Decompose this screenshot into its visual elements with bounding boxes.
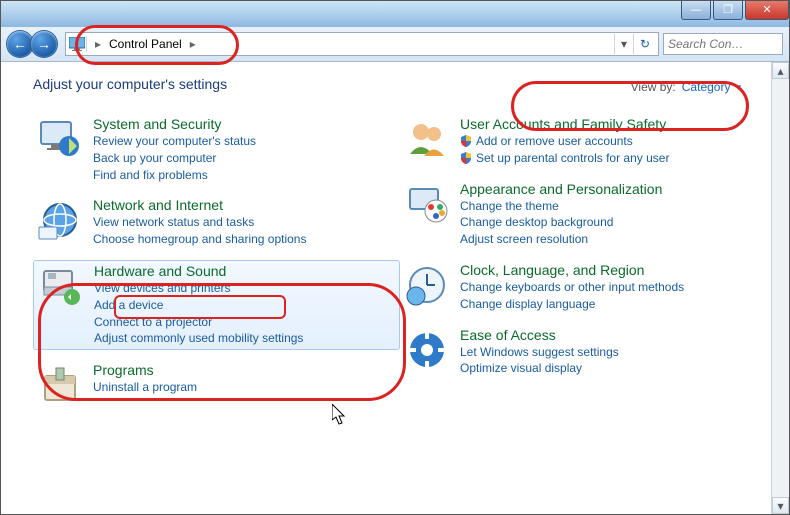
scroll-down-button[interactable]: ▾ <box>772 497 789 514</box>
refresh-icon: ↻ <box>640 37 650 51</box>
category-title[interactable]: Clock, Language, and Region <box>460 262 763 278</box>
maximize-button[interactable]: ❐ <box>713 1 743 20</box>
category-title[interactable]: Hardware and Sound <box>94 263 395 279</box>
category-title[interactable]: Ease of Access <box>460 327 763 343</box>
titlebar: — ❐ ✕ <box>1 1 789 27</box>
category-system[interactable]: System and SecurityReview your computer'… <box>33 114 400 185</box>
category-link[interactable]: Add or remove user accounts <box>460 133 763 150</box>
chevron-down-icon: ▾ <box>736 82 741 93</box>
category-link[interactable]: Optimize visual display <box>460 360 763 377</box>
forward-arrow-icon: → <box>37 37 51 51</box>
category-title[interactable]: User Accounts and Family Safety <box>460 116 763 132</box>
close-button[interactable]: ✕ <box>745 1 789 20</box>
control-panel-window: — ❐ ✕ ← → ▸ Control Panel ▸ ▾ ↻ ▴ ▾ Adju… <box>0 0 790 515</box>
minimize-button[interactable]: — <box>681 1 711 20</box>
search-input[interactable] <box>663 33 783 55</box>
category-body: ProgramsUninstall a program <box>93 362 396 408</box>
category-programs[interactable]: ProgramsUninstall a program <box>33 360 400 410</box>
uac-shield-icon <box>460 135 472 147</box>
view-by-label: View by: <box>631 80 676 94</box>
scrollbar[interactable]: ▴ ▾ <box>771 62 789 514</box>
category-link[interactable]: Choose homegroup and sharing options <box>93 231 396 248</box>
crumb-sep-icon: ▸ <box>186 37 200 51</box>
scroll-up-button[interactable]: ▴ <box>772 62 789 79</box>
categories-right-column: User Accounts and Family SafetyAdd or re… <box>400 114 767 410</box>
category-appearance[interactable]: Appearance and PersonalizationChange the… <box>400 179 767 250</box>
category-link[interactable]: Change display language <box>460 296 763 313</box>
forward-button[interactable]: → <box>31 31 57 57</box>
address-dropdown-icon[interactable]: ▾ <box>614 34 633 54</box>
category-title[interactable]: Programs <box>93 362 396 378</box>
categories-left-column: System and SecurityReview your computer'… <box>33 114 400 410</box>
crumb-sep-icon: ▸ <box>91 37 105 51</box>
close-icon: ✕ <box>762 5 771 16</box>
category-body: Network and InternetView network status … <box>93 197 396 248</box>
link-text: Set up parental controls for any user <box>476 150 669 167</box>
category-title[interactable]: Network and Internet <box>93 197 396 213</box>
category-body: System and SecurityReview your computer'… <box>93 116 396 183</box>
control-panel-icon <box>68 36 87 52</box>
category-link[interactable]: Change keyboards or other input methods <box>460 279 763 296</box>
view-by-value: Category <box>682 80 731 94</box>
view-by-control[interactable]: View by: Category ▾ <box>631 80 741 94</box>
category-link[interactable]: Add a device <box>94 297 395 314</box>
category-link[interactable]: Find and fix problems <box>93 167 396 184</box>
programs-icon <box>37 362 83 408</box>
category-network[interactable]: Network and InternetView network status … <box>33 195 400 250</box>
network-icon <box>37 197 83 243</box>
categories: System and SecurityReview your computer'… <box>33 114 767 410</box>
category-link[interactable]: Let Windows suggest settings <box>460 344 763 361</box>
category-link[interactable]: Review your computer's status <box>93 133 396 150</box>
maximize-icon: ❐ <box>723 5 733 16</box>
category-title[interactable]: Appearance and Personalization <box>460 181 763 197</box>
users-icon <box>404 116 450 162</box>
category-users[interactable]: User Accounts and Family SafetyAdd or re… <box>400 114 767 169</box>
category-hardware[interactable]: Hardware and SoundView devices and print… <box>33 260 400 350</box>
category-clock[interactable]: Clock, Language, and RegionChange keyboa… <box>400 260 767 315</box>
minimize-icon: — <box>691 5 702 16</box>
category-body: Hardware and SoundView devices and print… <box>94 263 395 347</box>
category-link[interactable]: Adjust commonly used mobility settings <box>94 330 395 347</box>
navbar: ← → ▸ Control Panel ▸ ▾ ↻ <box>1 27 789 62</box>
breadcrumb-control-panel[interactable]: Control Panel <box>105 34 186 54</box>
link-text: Add or remove user accounts <box>476 133 633 150</box>
category-link[interactable]: Change desktop background <box>460 214 763 231</box>
back-arrow-icon: ← <box>13 37 27 51</box>
window-buttons: — ❐ ✕ <box>679 1 789 21</box>
category-title[interactable]: System and Security <box>93 116 396 132</box>
category-link[interactable]: Uninstall a program <box>93 379 396 396</box>
category-link[interactable]: View devices and printers <box>94 280 395 297</box>
category-body: Clock, Language, and RegionChange keyboa… <box>460 262 763 313</box>
category-link[interactable]: Adjust screen resolution <box>460 231 763 248</box>
content-area: ▴ ▾ Adjust your computer's settings View… <box>1 62 789 514</box>
category-link[interactable]: Back up your computer <box>93 150 396 167</box>
back-button[interactable]: ← <box>7 31 33 57</box>
clock-icon <box>404 262 450 308</box>
category-link[interactable]: Set up parental controls for any user <box>460 150 763 167</box>
category-body: User Accounts and Family SafetyAdd or re… <box>460 116 763 167</box>
category-link[interactable]: Connect to a projector <box>94 314 395 331</box>
category-body: Ease of AccessLet Windows suggest settin… <box>460 327 763 378</box>
system-icon <box>37 116 83 162</box>
category-ease[interactable]: Ease of AccessLet Windows suggest settin… <box>400 325 767 380</box>
hardware-icon <box>38 263 84 309</box>
appearance-icon <box>404 181 450 227</box>
refresh-button[interactable]: ↻ <box>633 34 656 54</box>
ease-icon <box>404 327 450 373</box>
category-link[interactable]: View network status and tasks <box>93 214 396 231</box>
category-link[interactable]: Change the theme <box>460 198 763 215</box>
address-bar[interactable]: ▸ Control Panel ▸ ▾ ↻ <box>65 32 659 56</box>
uac-shield-icon <box>460 152 472 164</box>
category-body: Appearance and PersonalizationChange the… <box>460 181 763 248</box>
